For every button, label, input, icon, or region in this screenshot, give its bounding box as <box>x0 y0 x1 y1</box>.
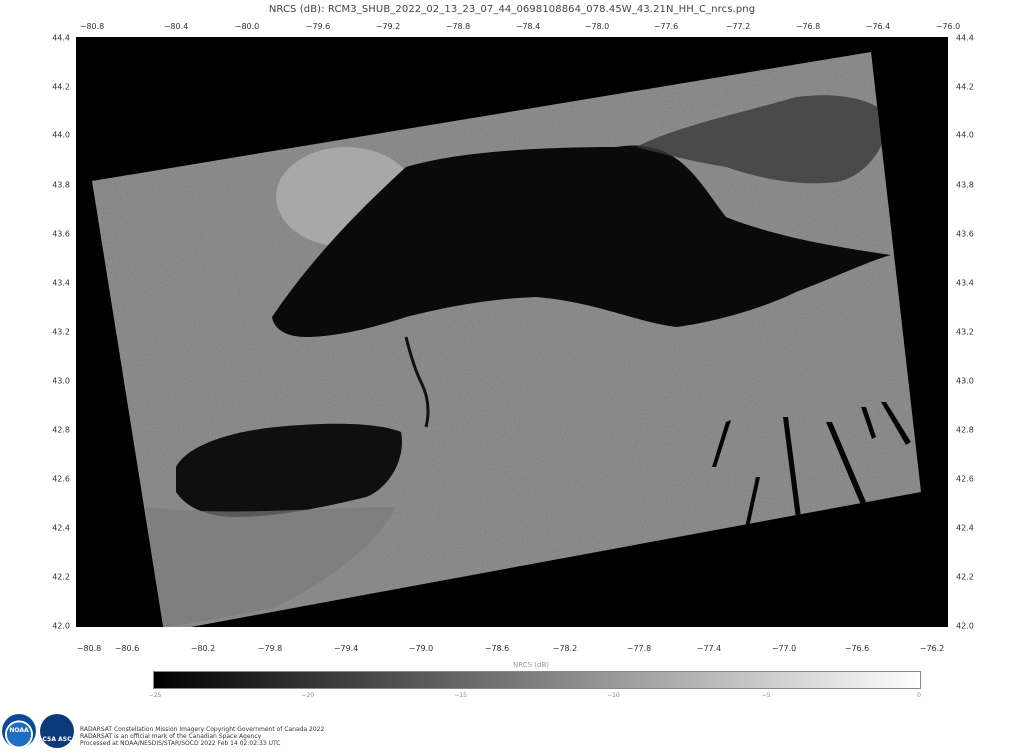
noaa-logo-text: NOAA <box>9 727 29 734</box>
bottom-longitude-tick: −77.4 <box>696 644 722 653</box>
right-latitude-tick: 44.2 <box>956 82 974 92</box>
bottom-longitude-tick: −80.6 <box>114 644 140 653</box>
right-latitude-tick: 42.4 <box>956 523 974 533</box>
left-latitude-tick: 42.8 <box>52 425 70 435</box>
top-longitude-tick: −79.6 <box>305 22 331 31</box>
bottom-longitude-tick: −76.2 <box>919 644 945 653</box>
right-latitude-tick: 43.0 <box>956 376 974 386</box>
right-latitude-tick: 42.8 <box>956 425 974 435</box>
left-latitude-tick: 44.0 <box>52 130 70 140</box>
top-longitude-tick: −78.4 <box>515 22 541 31</box>
top-longitude-tick: −78.0 <box>584 22 610 31</box>
top-longitude-tick: −76.0 <box>935 22 961 31</box>
bottom-longitude-tick: −77.0 <box>771 644 797 653</box>
left-latitude-tick: 44.2 <box>52 82 70 92</box>
bottom-longitude-tick: −78.6 <box>484 644 510 653</box>
colorbar-tick: −10 <box>607 692 620 699</box>
bottom-longitude-tick: −78.2 <box>552 644 578 653</box>
bottom-longitude-tick: −79.8 <box>257 644 283 653</box>
bottom-longitude-tick: −79.4 <box>333 644 359 653</box>
left-latitude-tick: 43.8 <box>52 180 70 190</box>
csa-logo-text: CSA ASC <box>42 736 72 743</box>
top-longitude-tick: −76.4 <box>865 22 891 31</box>
right-latitude-tick: 42.2 <box>956 572 974 582</box>
colorbar <box>153 671 921 689</box>
top-longitude-tick: −77.6 <box>653 22 679 31</box>
top-longitude-tick: −79.2 <box>375 22 401 31</box>
top-longitude-tick: −78.8 <box>445 22 471 31</box>
bottom-longitude-tick: −79.0 <box>408 644 434 653</box>
bottom-longitude-tick: −80.8 <box>76 644 102 653</box>
left-latitude-tick: 43.4 <box>52 278 70 288</box>
sar-image <box>76 37 948 627</box>
top-longitude-tick: −80.0 <box>234 22 260 31</box>
colorbar-tick: −25 <box>148 692 162 699</box>
right-latitude-tick: 43.4 <box>956 278 974 288</box>
left-latitude-tick: 43.2 <box>52 327 70 337</box>
right-latitude-tick: 44.4 <box>956 33 974 43</box>
right-latitude-tick: 43.6 <box>956 229 974 239</box>
credit-line: RADARSAT Constellation Mission Imagery C… <box>80 726 325 733</box>
right-latitude-tick: 42.0 <box>956 621 974 631</box>
left-latitude-tick: 42.4 <box>52 523 70 533</box>
colorbar-tick: −15 <box>454 692 467 699</box>
bottom-longitude-tick: −80.2 <box>190 644 216 653</box>
top-longitude-tick: −80.4 <box>163 22 189 31</box>
land-swath <box>92 52 921 627</box>
credit-line: RADARSAT is an official mark of the Cana… <box>80 733 262 740</box>
credits: RADARSAT Constellation Mission Imagery C… <box>80 726 324 747</box>
left-latitude-tick: 44.4 <box>52 33 70 43</box>
right-latitude-tick: 43.8 <box>956 180 974 190</box>
left-latitude-tick: 43.6 <box>52 229 70 239</box>
image-title: NRCS (dB): RCM3_SHUB_2022_02_13_23_07_44… <box>268 4 756 15</box>
right-latitude-tick: 42.6 <box>956 474 974 484</box>
noaa-logo: NOAA <box>2 714 36 748</box>
colorbar-tick: −5 <box>761 692 771 699</box>
bottom-longitude-tick: −77.8 <box>626 644 652 653</box>
csa-logo: CSA ASC <box>40 714 74 748</box>
top-longitude-tick: −77.2 <box>725 22 751 31</box>
colorbar-tick: −20 <box>301 692 315 699</box>
colorbar-label: NRCS (dB) <box>512 661 549 669</box>
top-longitude-tick: −80.8 <box>79 22 105 31</box>
bottom-longitude-tick: −76.6 <box>844 644 870 653</box>
sar-map-svg <box>92 52 921 627</box>
left-latitude-tick: 43.0 <box>52 376 70 386</box>
left-latitude-tick: 42.6 <box>52 474 70 484</box>
colorbar-tick: 0 <box>917 692 921 699</box>
left-latitude-tick: 42.2 <box>52 572 70 582</box>
left-latitude-tick: 42.0 <box>52 621 70 631</box>
right-latitude-tick: 44.0 <box>956 130 974 140</box>
right-latitude-tick: 43.2 <box>956 327 974 337</box>
top-longitude-tick: −76.8 <box>795 22 821 31</box>
credit-line: Processed at NOAA/NESDIS/STAR/SOCD 2022 … <box>80 740 281 747</box>
